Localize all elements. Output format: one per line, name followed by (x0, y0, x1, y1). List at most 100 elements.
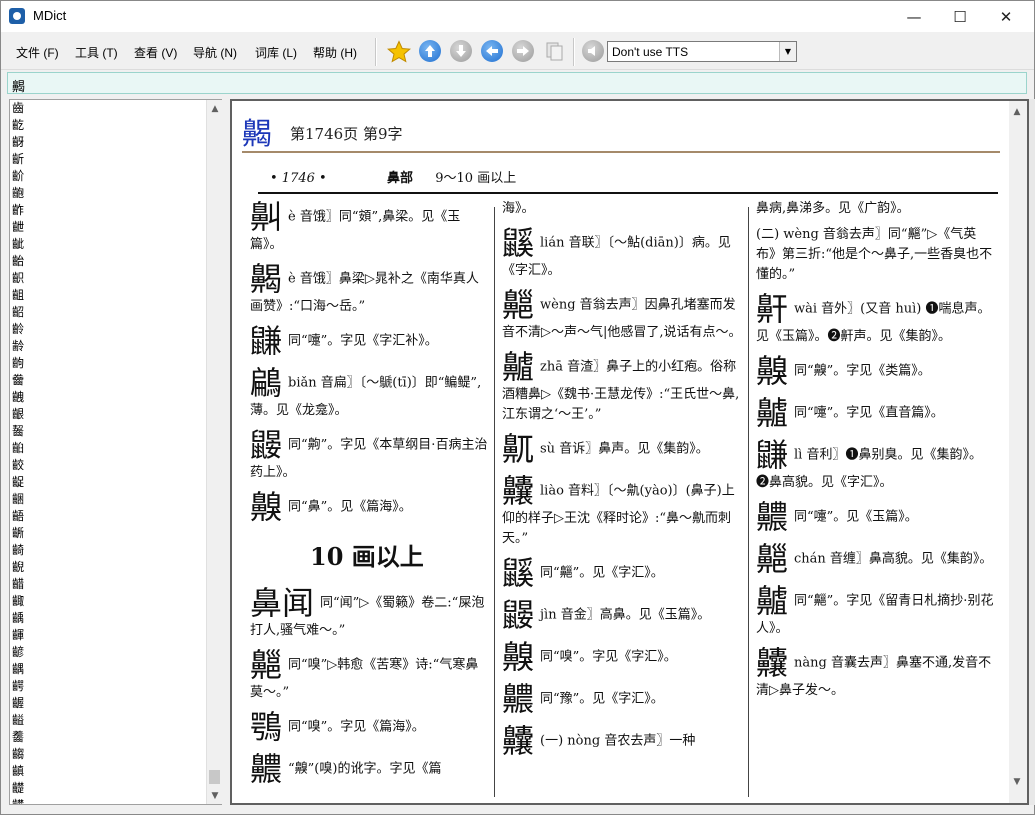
word-list-item[interactable]: 齣 (10, 355, 206, 372)
word-list-item[interactable]: 齫 (10, 491, 206, 508)
scan-entry-text: 同“嗅”。字见《字汇》。 (540, 649, 677, 665)
scan-entry-char: 齇 (756, 582, 789, 620)
word-list-item[interactable]: 齴 (10, 644, 206, 661)
word-list-item[interactable]: 齬 (10, 508, 206, 525)
word-list-item[interactable]: 齳 (10, 627, 206, 644)
word-list-item[interactable]: 齭 (10, 525, 206, 542)
back-arrow-icon[interactable] (481, 40, 503, 62)
scan-column-1: 鼼è 音饿〗同“頞”,鼻梁。见《玉篇》。齃 è 音饿〗鼻梁▷晁补之《南华真人画赞》… (250, 199, 490, 793)
menu-navigate[interactable]: 导航 (N) (193, 44, 237, 61)
scan-entry: 齅同“嗅”。字见《字汇》。 (502, 639, 742, 675)
scan-entry: 齅同“鼻”。见《篇海》。 (250, 489, 490, 525)
menu-library[interactable]: 词库 (L) (255, 44, 297, 61)
word-list-item[interactable]: 齸 (10, 712, 206, 729)
tts-select[interactable]: Don't use TTS ▼ (607, 41, 797, 62)
word-list-item[interactable]: 齗 (10, 151, 206, 168)
scan-entry-text: jìn 音金〗高鼻。见《玉篇》。 (540, 607, 711, 623)
scan-entry-text: zhā 音渣〗鼻子上的小红疱。俗称酒糟鼻▷《魏书·王慧龙传》:“王氏世～鼻,江东… (502, 359, 740, 423)
word-list-item[interactable]: 齮 (10, 542, 206, 559)
scan-entry: 鼾 wài 音外〗(又音 huì) ❶喘息声。见《玉篇》。❷鼾声。见《集韵》。 (756, 291, 994, 347)
word-list-item[interactable]: 齪 (10, 474, 206, 491)
word-list-item[interactable]: 齒 (10, 100, 206, 117)
word-list-item[interactable]: 齟 (10, 287, 206, 304)
word-list-item[interactable]: 齜 (10, 236, 206, 253)
scan-entry-char: 齇 (502, 348, 535, 386)
word-list-item[interactable]: 齲 (10, 610, 206, 627)
title-bar: MDict — ☐ ✕ (1, 1, 1034, 32)
scan-entry-text: 同“齆”。见《字汇》。 (540, 565, 664, 581)
word-list-item[interactable]: 齷 (10, 695, 206, 712)
scan-entry: 齉 nàng 音囊去声〗鼻塞不通,发音不清▷鼻子发～。 (756, 645, 994, 701)
forward-arrow-icon[interactable] (512, 40, 534, 62)
scan-entry: 鼸同“嚏”。字见《字汇补》。 (250, 323, 490, 359)
menu-file[interactable]: 文件 (F) (16, 44, 59, 61)
word-list-item[interactable]: 齞 (10, 270, 206, 287)
word-list-item[interactable]: 齦 (10, 406, 206, 423)
word-list-item[interactable]: 齰 (10, 576, 206, 593)
scan-entry: 齉 (一) nòng 音农去声〗一种 (502, 723, 742, 759)
scan-entry: 鼷 lián 音联〗〔～鮎(diān)〕病。见《字汇》。 (502, 225, 742, 281)
scan-entry: 齆同“嗅”▷韩愈《苦寒》诗:“气寒鼻莫～。” (250, 647, 490, 703)
up-arrow-icon[interactable] (419, 40, 441, 62)
scan-entry-text: chán 音缠〗鼻高貌。见《集韵》。 (794, 551, 993, 567)
word-list-item[interactable]: 齘 (10, 168, 206, 185)
maximize-button[interactable]: ☐ (937, 1, 983, 32)
word-list-item[interactable]: 齤 (10, 372, 206, 389)
scan-entry-text: biǎn 音扁〗〔～鷈(tī)〕即“鳊鳀”,薄。见《龙龛》。 (250, 375, 482, 419)
scan-entry: 齈 “齅”(嗅)的讹字。字见《篇 (250, 751, 490, 787)
word-list-item[interactable]: 齵 (10, 661, 206, 678)
window-right-edge (1029, 99, 1035, 805)
search-input[interactable]: 齃 (7, 72, 1027, 95)
scan-entry: 齆 wèng 音翁去声〗因鼻孔堵塞而发音不清▷～声～气|他感冒了,说话有点～。 (502, 287, 742, 343)
scroll-down-icon[interactable]: ▼ (207, 787, 223, 804)
scan-entry-char: 鶣 (250, 364, 283, 402)
speaker-icon[interactable] (582, 40, 604, 62)
scroll-thumb[interactable] (209, 770, 220, 784)
definition-scrollbar[interactable]: ▲ ▼ (1009, 101, 1027, 803)
scan-entry-text: nàng 音囊去声〗鼻塞不通,发音不清▷鼻子发～。 (756, 655, 992, 699)
word-list-item[interactable]: 齯 (10, 559, 206, 576)
word-list-item[interactable]: 齱 (10, 593, 206, 610)
minimize-button[interactable]: — (891, 1, 937, 32)
word-list-item[interactable]: 齥 (10, 389, 206, 406)
word-list-item[interactable]: 齙 (10, 185, 206, 202)
word-list-item[interactable]: 齝 (10, 253, 206, 270)
copy-icon[interactable] (543, 40, 565, 62)
word-list-item[interactable]: 齡 (10, 321, 206, 338)
scroll-down-icon[interactable]: ▼ (1009, 773, 1025, 790)
word-list-item[interactable]: 齼 (10, 780, 206, 797)
scan-entry: 鼹 jìn 音金〗高鼻。见《玉篇》。 (502, 597, 742, 633)
word-list-item[interactable]: 齶 (10, 678, 206, 695)
word-list-item[interactable]: 齕 (10, 117, 206, 134)
word-list-item[interactable]: 齚 (10, 202, 206, 219)
menu-tools[interactable]: 工具 (T) (75, 44, 118, 61)
word-list-item[interactable]: 齖 (10, 134, 206, 151)
word-list-scrollbar[interactable]: ▲ ▼ (206, 100, 222, 804)
word-list-item[interactable]: 齛 (10, 219, 206, 236)
scroll-up-icon[interactable]: ▲ (1009, 103, 1025, 120)
menu-help[interactable]: 帮助 (H) (313, 44, 357, 61)
favorite-star-icon[interactable] (387, 40, 411, 63)
scan-entry-char: 齉 (502, 472, 535, 510)
word-list-item[interactable]: 齹 (10, 729, 206, 746)
scan-entry-char: 鼸 (756, 436, 789, 474)
word-list-item[interactable]: 齺 (10, 746, 206, 763)
word-list-item[interactable]: 齠 (10, 304, 206, 321)
word-list-item[interactable]: 齩 (10, 457, 206, 474)
close-button[interactable]: ✕ (983, 1, 1029, 32)
down-arrow-icon[interactable] (450, 40, 472, 62)
menu-bar: 文件 (F) 工具 (T) 查看 (V) 导航 (N) 词库 (L) 帮助 (H… (1, 32, 1034, 70)
menu-view[interactable]: 查看 (V) (134, 44, 177, 61)
column-divider (494, 207, 495, 797)
chevron-down-icon[interactable]: ▼ (779, 42, 796, 61)
scan-entry-char: 齉 (756, 644, 789, 682)
scroll-up-icon[interactable]: ▲ (207, 100, 223, 117)
word-list-item[interactable]: 齢 (10, 338, 206, 355)
mdict-app-icon (9, 8, 25, 24)
word-list-item[interactable]: 齨 (10, 440, 206, 457)
word-list-item[interactable]: 齽 (10, 797, 206, 804)
word-list-item[interactable]: 齻 (10, 763, 206, 780)
word-list-item[interactable]: 齧 (10, 423, 206, 440)
search-input-value: 齃 (12, 80, 26, 95)
scan-entry-text: wèng 音翁去声〗因鼻孔堵塞而发音不清▷～声～气|他感冒了,说话有点～。 (502, 297, 742, 341)
